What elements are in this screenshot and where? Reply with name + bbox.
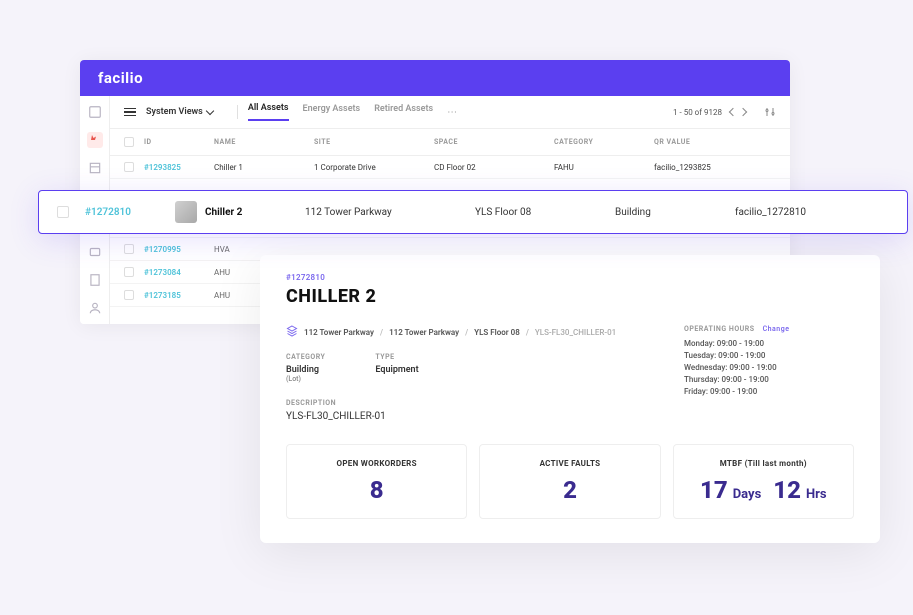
breadcrumb: 112 Tower Parkway/ 112 Tower Parkway/ YL… — [286, 325, 660, 339]
col-qr: QR VALUE — [654, 138, 776, 146]
asset-detail-panel: #1272810 CHILLER 2 112 Tower Parkway/ 11… — [260, 255, 880, 543]
sidebar-icon-8[interactable] — [87, 300, 103, 316]
row-checkbox[interactable] — [124, 290, 134, 300]
row-checkbox[interactable] — [124, 162, 134, 172]
row-id-link[interactable]: #1270995 — [144, 245, 214, 254]
tab-all-assets[interactable]: All Assets — [248, 103, 289, 121]
table-header: ID NAME SITE SPACE CATEGORY QR VALUE — [110, 129, 790, 156]
selected-row-overlay[interactable]: #1272810 Chiller 2 112 Tower Parkway YLS… — [38, 190, 908, 234]
meta-type: TYPE Equipment — [375, 353, 418, 383]
stat-active-faults[interactable]: ACTIVE FAULTS 2 — [479, 444, 660, 519]
page-next-icon[interactable] — [739, 108, 747, 116]
asset-name: Chiller 2 — [205, 207, 242, 218]
row-checkbox[interactable] — [124, 244, 134, 254]
operating-hours: OPERATING HOURS Change Monday: 09:00 - 1… — [684, 325, 854, 422]
tab-retired-assets[interactable]: Retired Assets — [374, 104, 433, 120]
change-hours-link[interactable]: Change — [763, 325, 790, 333]
detail-id: #1272810 — [286, 273, 854, 282]
col-space: SPACE — [434, 138, 554, 146]
col-id: ID — [144, 138, 214, 146]
chevron-down-icon — [206, 107, 214, 115]
stat-mtbf[interactable]: MTBF (Till last month) 17Days 12Hrs — [673, 444, 854, 519]
description-block: DESCRIPTION YLS-FL30_CHILLER-01 — [286, 399, 660, 422]
select-all-checkbox[interactable] — [124, 137, 134, 147]
row-id-link[interactable]: #1273185 — [144, 291, 214, 300]
tab-energy-assets[interactable]: Energy Assets — [303, 104, 361, 120]
hamburger-icon[interactable] — [124, 108, 136, 117]
app-header: facilio — [80, 60, 790, 96]
col-name: NAME — [214, 138, 314, 146]
filter-bar: System Views All Assets Energy Assets Re… — [110, 96, 790, 129]
sidebar-icon-1[interactable] — [87, 104, 103, 120]
column-settings-icon[interactable] — [764, 106, 776, 118]
sidebar-icon-2[interactable] — [87, 132, 103, 148]
stack-icon — [286, 325, 298, 339]
more-icon[interactable]: ⋯ — [447, 107, 458, 118]
col-site: SITE — [314, 138, 434, 146]
brand-logo: facilio — [98, 69, 143, 87]
stat-open-workorders[interactable]: OPEN WORKORDERS 8 — [286, 444, 467, 519]
meta-category: CATEGORY Building (Lot) — [286, 353, 325, 383]
table-row[interactable]: #1293825 Chiller 1 1 Corporate Drive CD … — [110, 156, 790, 179]
asset-thumbnail — [175, 201, 197, 223]
row-id-link[interactable]: #1293825 — [144, 163, 214, 172]
sidebar-icon-3[interactable] — [87, 160, 103, 176]
view-dropdown[interactable]: System Views — [146, 107, 213, 117]
page-prev-icon[interactable] — [729, 108, 737, 116]
detail-title: CHILLER 2 — [286, 286, 854, 307]
row-id-link[interactable]: #1273084 — [144, 268, 214, 277]
sidebar-icon-7[interactable] — [87, 272, 103, 288]
col-category: CATEGORY — [554, 138, 654, 146]
pagination: 1 - 50 of 9128 — [673, 106, 776, 118]
sidebar-icon-6[interactable] — [87, 244, 103, 260]
row-id-link[interactable]: #1272810 — [85, 207, 175, 218]
row-checkbox[interactable] — [57, 206, 69, 218]
row-checkbox[interactable] — [124, 267, 134, 277]
